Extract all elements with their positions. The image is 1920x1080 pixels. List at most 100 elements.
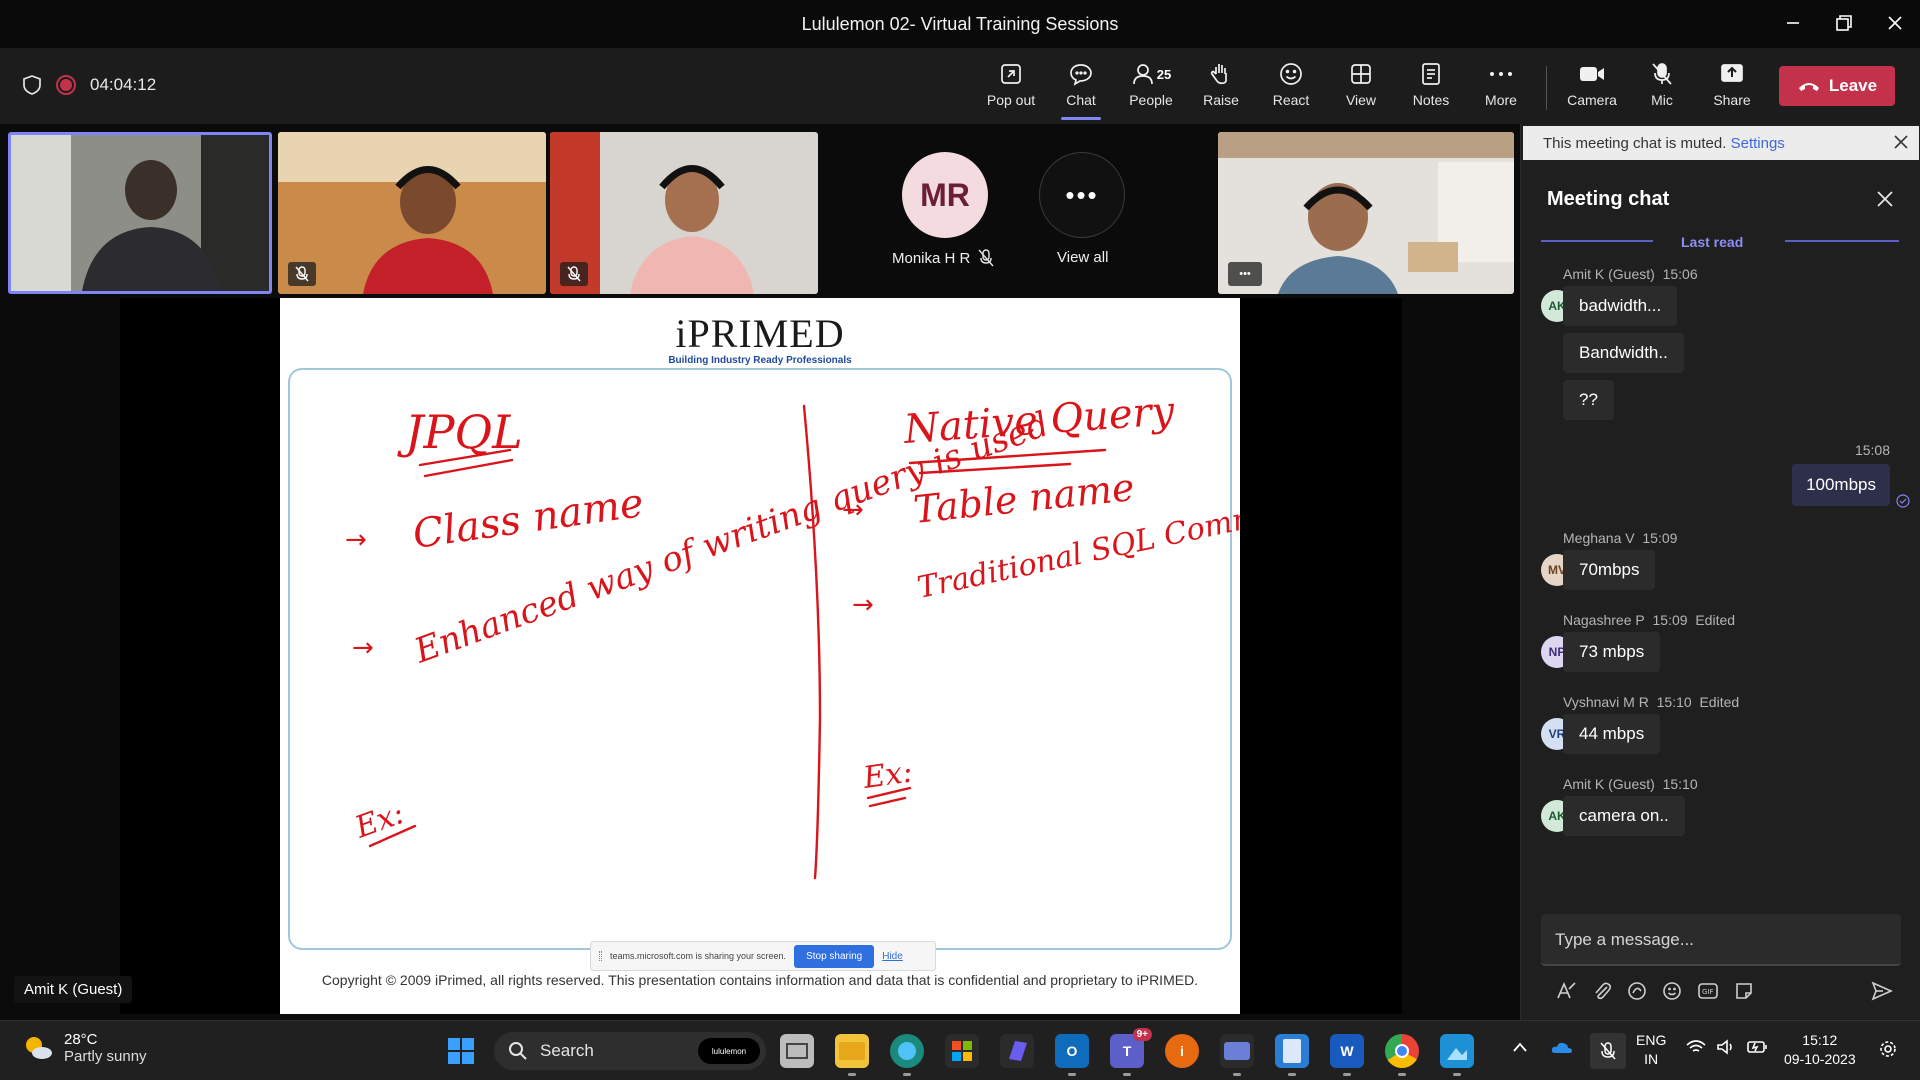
chat-message[interactable]: ?? xyxy=(1563,380,1614,420)
taskbar-search[interactable]: Search lululemon xyxy=(494,1032,766,1070)
more-button[interactable]: More xyxy=(1469,60,1533,116)
close-icon xyxy=(1894,135,1908,149)
teams-app[interactable]: T 9+ xyxy=(1110,1028,1152,1076)
chat-message[interactable]: badwidth... xyxy=(1563,286,1678,326)
info-app[interactable]: i xyxy=(1165,1034,1199,1068)
raise-hand-button[interactable]: Raise xyxy=(1189,60,1253,116)
language-code: ENG xyxy=(1636,1032,1667,1048)
settings-link[interactable]: Settings xyxy=(1731,135,1785,152)
share-icon xyxy=(1721,64,1743,82)
emoji-icon xyxy=(1663,982,1681,1000)
video-tile-participant-3[interactable] xyxy=(550,132,818,294)
last-read-label: Last read xyxy=(1681,234,1744,250)
share-label: Share xyxy=(1713,92,1751,108)
photos-app[interactable] xyxy=(1440,1034,1474,1076)
chat-message[interactable]: 44 mbps xyxy=(1563,714,1661,754)
sticker-icon xyxy=(1736,983,1752,999)
chrome-app[interactable] xyxy=(1385,1034,1419,1076)
notes-button[interactable]: Notes xyxy=(1399,60,1463,116)
message-meta: Amit K (Guest) 15:10 xyxy=(1563,776,1698,792)
my-chat-message[interactable]: 100mbps xyxy=(1792,464,1890,506)
app-window[interactable] xyxy=(1220,1034,1254,1076)
chat-button[interactable]: Chat xyxy=(1049,60,1113,120)
message-input[interactable]: Type a message... xyxy=(1541,914,1901,966)
chat-message[interactable]: camera on.. xyxy=(1563,796,1685,836)
sticker-button[interactable] xyxy=(1734,981,1754,1001)
leave-label: Leave xyxy=(1828,76,1878,95)
chat-label: Chat xyxy=(1066,92,1096,108)
edited-tag: Edited xyxy=(1699,694,1740,710)
task-view-icon xyxy=(786,1043,808,1059)
onedrive-icon[interactable] xyxy=(1550,1039,1574,1060)
video-tile-participant-4[interactable]: ••• xyxy=(1218,132,1514,294)
share-button[interactable]: Share xyxy=(1700,60,1764,116)
view-button[interactable]: View xyxy=(1329,60,1393,116)
format-button[interactable] xyxy=(1555,981,1577,1001)
hide-share-bar-link[interactable]: Hide xyxy=(882,951,903,962)
drag-handle-icon[interactable] xyxy=(599,951,602,961)
avatar-monika[interactable]: MR xyxy=(902,152,988,238)
outlook-app[interactable]: O xyxy=(1055,1034,1089,1076)
message-time: 15:10 xyxy=(1662,776,1698,792)
emoji-button[interactable] xyxy=(1662,981,1682,1001)
chat-title: Meeting chat xyxy=(1547,188,1670,210)
chat-message[interactable]: Bandwidth.. xyxy=(1563,333,1684,373)
gif-button[interactable]: GIF xyxy=(1697,982,1719,1000)
meeting-timer: 04:04:12 xyxy=(90,75,157,94)
leave-button[interactable]: Leave xyxy=(1779,66,1895,106)
mic-button[interactable]: Mic xyxy=(1630,60,1694,116)
battery-icon xyxy=(1747,1041,1767,1053)
weather-widget[interactable]: 28°C Partly sunny xyxy=(22,1031,147,1065)
edited-tag: Edited xyxy=(1695,612,1736,628)
notepad-icon xyxy=(1283,1039,1301,1063)
file-explorer-app[interactable] xyxy=(835,1034,869,1076)
notes-icon xyxy=(1422,63,1440,85)
close-window-button[interactable] xyxy=(1872,8,1918,38)
message-time: 15:09 xyxy=(1642,530,1678,546)
chat-message[interactable]: 70mbps xyxy=(1563,550,1656,590)
clock[interactable]: 15:12 09-10-2023 xyxy=(1784,1031,1856,1069)
shield-icon xyxy=(23,75,41,95)
quick-settings[interactable] xyxy=(1686,1039,1768,1055)
copilot-app[interactable] xyxy=(1000,1034,1034,1068)
start-button[interactable] xyxy=(444,1034,478,1068)
camera-button[interactable]: Camera xyxy=(1560,60,1624,116)
notifications-button[interactable] xyxy=(1878,1039,1898,1064)
divider-line xyxy=(1541,240,1653,242)
settings-gear-icon xyxy=(1880,1041,1896,1057)
mic-in-use-indicator[interactable] xyxy=(1590,1033,1626,1069)
people-button[interactable]: 25 People xyxy=(1119,60,1183,116)
mic-off-icon xyxy=(1652,63,1672,85)
stop-sharing-button[interactable]: Stop sharing xyxy=(794,944,875,968)
restore-icon xyxy=(1836,15,1852,31)
attach-button[interactable] xyxy=(1592,981,1612,1001)
close-chat-button[interactable] xyxy=(1876,190,1894,213)
word-app[interactable]: W xyxy=(1330,1034,1364,1076)
pop-out-button[interactable]: Pop out xyxy=(979,60,1043,116)
divider-line xyxy=(1785,240,1899,242)
dismiss-banner-button[interactable] xyxy=(1893,134,1909,154)
loop-button[interactable] xyxy=(1627,981,1647,1001)
view-all-button[interactable]: ••• xyxy=(1039,152,1125,238)
restore-button[interactable] xyxy=(1821,8,1867,38)
react-button[interactable]: React xyxy=(1259,60,1323,116)
message-author: Amit K (Guest) xyxy=(1563,776,1655,792)
windows-taskbar: 28°C Partly sunny Search lululemon O T 9… xyxy=(0,1020,1920,1080)
notepad-app[interactable] xyxy=(1275,1034,1309,1076)
chat-message[interactable]: 73 mbps xyxy=(1563,632,1661,672)
video-tile-participant-2[interactable] xyxy=(278,132,546,294)
show-hidden-icons-button[interactable] xyxy=(1512,1039,1528,1058)
minimize-button[interactable] xyxy=(1770,8,1816,38)
camera-icon xyxy=(1580,67,1604,81)
ink-class-name: Class name xyxy=(410,480,646,558)
task-view-button[interactable] xyxy=(780,1034,814,1068)
edge-app[interactable] xyxy=(890,1034,924,1076)
raise-label: Raise xyxy=(1203,92,1239,108)
raise-hand-icon xyxy=(1210,64,1227,85)
tile-options-button[interactable]: ••• xyxy=(1228,262,1262,286)
react-label: React xyxy=(1272,92,1310,108)
input-language[interactable]: ENG IN xyxy=(1636,1031,1666,1069)
store-app[interactable] xyxy=(945,1034,979,1068)
video-tile-amit[interactable] xyxy=(8,132,272,294)
send-button[interactable] xyxy=(1871,981,1893,1001)
